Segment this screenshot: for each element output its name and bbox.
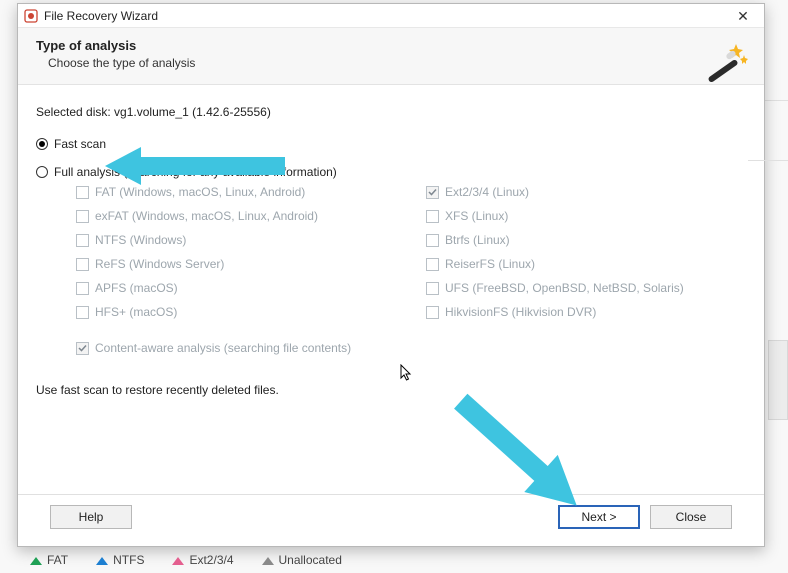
fs-label: exFAT (Windows, macOS, Linux, Android)	[95, 209, 318, 223]
full-analysis-label: Full analysis (searching for any availab…	[54, 165, 337, 179]
legend-item-ntfs: NTFS	[96, 553, 144, 567]
legend-label: Ext2/3/4	[189, 553, 233, 567]
fs-label: UFS (FreeBSD, OpenBSD, NetBSD, Solaris)	[445, 281, 684, 295]
fast-scan-hint: Use fast scan to restore recently delete…	[36, 383, 746, 397]
selected-disk-label: Selected disk: vg1.volume_1 (1.42.6-2555…	[36, 105, 746, 119]
fs-label: APFS (macOS)	[95, 281, 178, 295]
wizard-wand-icon	[702, 38, 750, 89]
fs-label: NTFS (Windows)	[95, 233, 186, 247]
fs-checkbox-ntfs[interactable]: NTFS (Windows)	[76, 233, 426, 247]
filesystem-grid: FAT (Windows, macOS, Linux, Android) Ext…	[76, 185, 746, 319]
checkbox-icon	[76, 234, 89, 247]
fs-checkbox-reiserfs[interactable]: ReiserFS (Linux)	[426, 257, 746, 271]
fs-label: XFS (Linux)	[445, 209, 508, 223]
checkbox-icon	[76, 258, 89, 271]
fs-label: Btrfs (Linux)	[445, 233, 510, 247]
fs-label: FAT (Windows, macOS, Linux, Android)	[95, 185, 305, 199]
fs-checkbox-apfs[interactable]: APFS (macOS)	[76, 281, 426, 295]
fs-label: HFS+ (macOS)	[95, 305, 177, 319]
fs-checkbox-xfs[interactable]: XFS (Linux)	[426, 209, 746, 223]
background-panel	[768, 340, 788, 420]
fs-checkbox-hfs[interactable]: HFS+ (macOS)	[76, 305, 426, 319]
triangle-icon	[172, 557, 184, 565]
content-aware-label: Content-aware analysis (searching file c…	[95, 341, 351, 355]
checkbox-icon	[76, 282, 89, 295]
checkbox-icon	[426, 306, 439, 319]
legend-item-ext: Ext2/3/4	[172, 553, 233, 567]
fs-label: ReiserFS (Linux)	[445, 257, 535, 271]
radio-icon	[36, 138, 48, 150]
fs-checkbox-ufs[interactable]: UFS (FreeBSD, OpenBSD, NetBSD, Solaris)	[426, 281, 746, 295]
triangle-icon	[30, 557, 42, 565]
filesystem-legend: FAT NTFS Ext2/3/4 Unallocated	[30, 553, 342, 567]
next-button[interactable]: Next >	[558, 505, 640, 529]
fs-checkbox-exfat[interactable]: exFAT (Windows, macOS, Linux, Android)	[76, 209, 426, 223]
file-recovery-wizard-dialog: File Recovery Wizard ✕ Type of analysis …	[17, 3, 765, 547]
fast-scan-radio[interactable]: Fast scan	[36, 137, 746, 151]
radio-icon	[36, 166, 48, 178]
fs-checkbox-btrfs[interactable]: Btrfs (Linux)	[426, 233, 746, 247]
content-aware-checkbox[interactable]: Content-aware analysis (searching file c…	[76, 341, 746, 355]
triangle-icon	[96, 557, 108, 565]
legend-label: FAT	[47, 553, 68, 567]
legend-item-fat: FAT	[30, 553, 68, 567]
help-button[interactable]: Help	[50, 505, 132, 529]
close-icon[interactable]: ✕	[728, 9, 758, 23]
triangle-icon	[262, 557, 274, 565]
fs-label: Ext2/3/4 (Linux)	[445, 185, 529, 199]
page-subtitle: Choose the type of analysis	[48, 56, 746, 70]
app-icon	[24, 9, 38, 23]
window-title: File Recovery Wizard	[44, 9, 728, 23]
wizard-body: Selected disk: vg1.volume_1 (1.42.6-2555…	[18, 85, 764, 546]
fs-label: HikvisionFS (Hikvision DVR)	[445, 305, 596, 319]
page-title: Type of analysis	[36, 38, 746, 53]
titlebar: File Recovery Wizard ✕	[18, 4, 764, 28]
fast-scan-label: Fast scan	[54, 137, 106, 151]
checkbox-icon	[76, 306, 89, 319]
cursor-icon	[400, 364, 414, 385]
fs-label: ReFS (Windows Server)	[95, 257, 224, 271]
checkbox-icon	[76, 342, 89, 355]
checkbox-icon	[426, 258, 439, 271]
checkbox-icon	[76, 210, 89, 223]
fs-checkbox-fat[interactable]: FAT (Windows, macOS, Linux, Android)	[76, 185, 426, 199]
checkbox-icon	[426, 186, 439, 199]
legend-label: Unallocated	[279, 553, 342, 567]
checkbox-icon	[426, 234, 439, 247]
legend-item-unallocated: Unallocated	[262, 553, 342, 567]
fs-checkbox-hikvisionfs[interactable]: HikvisionFS (Hikvision DVR)	[426, 305, 746, 319]
checkbox-icon	[426, 282, 439, 295]
full-analysis-radio[interactable]: Full analysis (searching for any availab…	[36, 165, 746, 179]
fs-checkbox-refs[interactable]: ReFS (Windows Server)	[76, 257, 426, 271]
wizard-footer: Help Next > Close	[36, 495, 746, 541]
wizard-header: Type of analysis Choose the type of anal…	[18, 28, 764, 85]
fs-checkbox-ext[interactable]: Ext2/3/4 (Linux)	[426, 185, 746, 199]
checkbox-icon	[76, 186, 89, 199]
close-button[interactable]: Close	[650, 505, 732, 529]
legend-label: NTFS	[113, 553, 144, 567]
checkbox-icon	[426, 210, 439, 223]
